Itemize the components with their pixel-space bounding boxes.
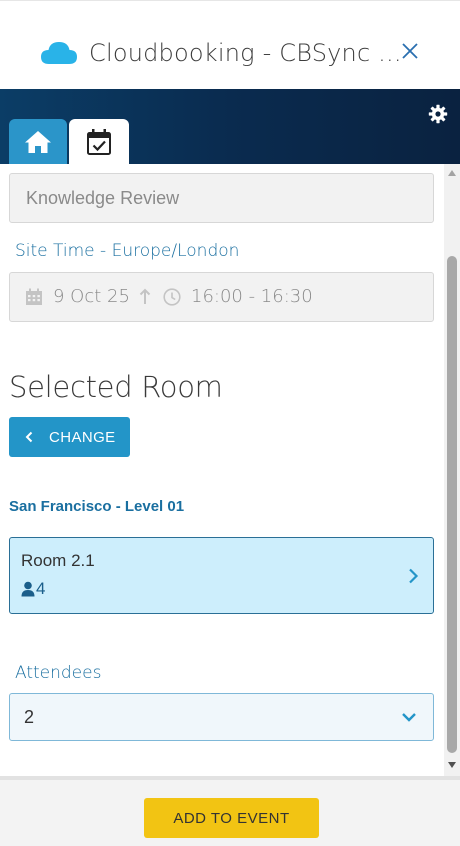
attendees-label: Attendees	[15, 663, 102, 683]
chevron-right-icon	[409, 568, 419, 584]
app-title: Cloudbooking - CBSync ...	[89, 39, 402, 67]
site-time-label: Site Time - Europe/London	[15, 241, 240, 261]
person-icon	[21, 581, 35, 597]
selected-room-heading: Selected Room	[9, 370, 223, 404]
close-icon[interactable]	[400, 41, 420, 61]
chevron-left-icon	[25, 431, 33, 443]
navbar	[0, 89, 460, 164]
attendees-select[interactable]: 2	[9, 693, 434, 741]
meeting-title-text: Knowledge Review	[26, 187, 180, 208]
arrow-up-icon	[139, 288, 151, 304]
selected-room-card[interactable]: Room 2.1 4	[9, 537, 434, 614]
room-name: Room 2.1	[21, 551, 95, 570]
booking-date: 9 Oct 25	[53, 286, 130, 307]
room-capacity: 4	[36, 579, 46, 598]
home-icon	[25, 130, 51, 153]
footer-bar: ADD TO EVENT	[0, 776, 460, 846]
tab-calendar[interactable]	[69, 119, 129, 164]
change-room-label: CHANGE	[49, 429, 116, 446]
clock-icon	[163, 288, 181, 306]
chevron-down-icon	[402, 713, 416, 722]
attendees-value: 2	[24, 707, 35, 727]
add-to-event-button[interactable]: ADD TO EVENT	[144, 798, 319, 838]
gear-icon[interactable]	[428, 104, 448, 124]
cloud-icon	[41, 42, 77, 64]
scrollbar-thumb[interactable]	[447, 256, 457, 753]
change-room-button[interactable]: CHANGE	[9, 417, 130, 457]
booking-panel: Knowledge Review Site Time - Europe/Lond…	[0, 164, 444, 776]
scroll-up-arrow[interactable]	[448, 170, 456, 176]
calendar-icon	[26, 288, 42, 305]
meeting-title-field: Knowledge Review	[9, 173, 434, 223]
booking-time: 16:00 - 16:30	[191, 286, 313, 307]
scroll-down-arrow[interactable]	[448, 762, 456, 768]
window-titlebar: Cloudbooking - CBSync ...	[0, 0, 460, 89]
room-location: San Francisco - Level 01	[9, 498, 185, 515]
tab-home[interactable]	[9, 119, 67, 164]
calendar-check-icon	[87, 128, 111, 155]
date-time-field: 9 Oct 25 16:00 - 16:30	[9, 272, 434, 322]
